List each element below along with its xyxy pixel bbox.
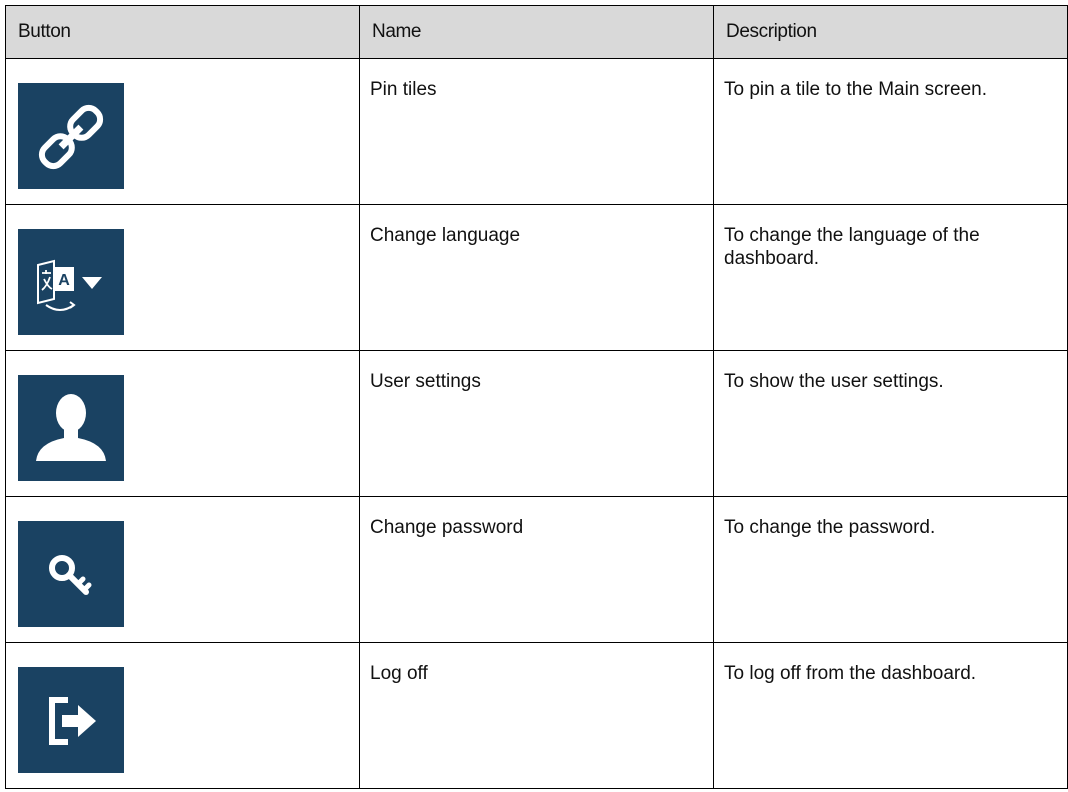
row-name: Log off [359, 642, 714, 789]
document-page: Button Name Description Pin tiles To pin… [5, 5, 1068, 791]
row-description: To log off from the dashboard. [713, 642, 1068, 789]
user-icon [36, 394, 106, 461]
pin-tiles-button[interactable] [18, 83, 124, 189]
header-button: Button [5, 5, 360, 59]
log-off-button[interactable] [18, 667, 124, 773]
table-row: User settings To show the user settings. [5, 350, 1068, 497]
svg-text:A: A [58, 272, 70, 289]
table-header-row: Button Name Description [5, 5, 1068, 59]
row-name: User settings [359, 350, 714, 497]
button-cell [5, 496, 360, 643]
translate-dropdown-icon: A [37, 259, 102, 311]
button-cell [5, 350, 360, 497]
row-description: To show the user settings. [713, 350, 1068, 497]
table-row: Pin tiles To pin a tile to the Main scre… [5, 58, 1068, 205]
change-language-button[interactable]: A [18, 229, 124, 335]
button-cell: A [5, 204, 360, 351]
user-settings-button[interactable] [18, 375, 124, 481]
header-name: Name [359, 5, 714, 59]
button-cell [5, 58, 360, 205]
table-row: Log off To log off from the dashboard. [5, 642, 1068, 789]
log-off-icon [49, 697, 96, 745]
key-icon [49, 555, 92, 595]
table-row: A Change language To change the language… [5, 204, 1068, 351]
link-icon [38, 104, 104, 170]
row-name: Change language [359, 204, 714, 351]
table-row: Change password To change the password. [5, 496, 1068, 643]
change-password-button[interactable] [18, 521, 124, 627]
button-cell [5, 642, 360, 789]
row-description: To change the language of the dashboard. [713, 204, 1068, 351]
row-description: To change the password. [713, 496, 1068, 643]
header-description: Description [713, 5, 1068, 59]
button-reference-table: Button Name Description Pin tiles To pin… [5, 5, 1068, 789]
row-name: Pin tiles [359, 58, 714, 205]
row-name: Change password [359, 496, 714, 643]
row-description: To pin a tile to the Main screen. [713, 58, 1068, 205]
